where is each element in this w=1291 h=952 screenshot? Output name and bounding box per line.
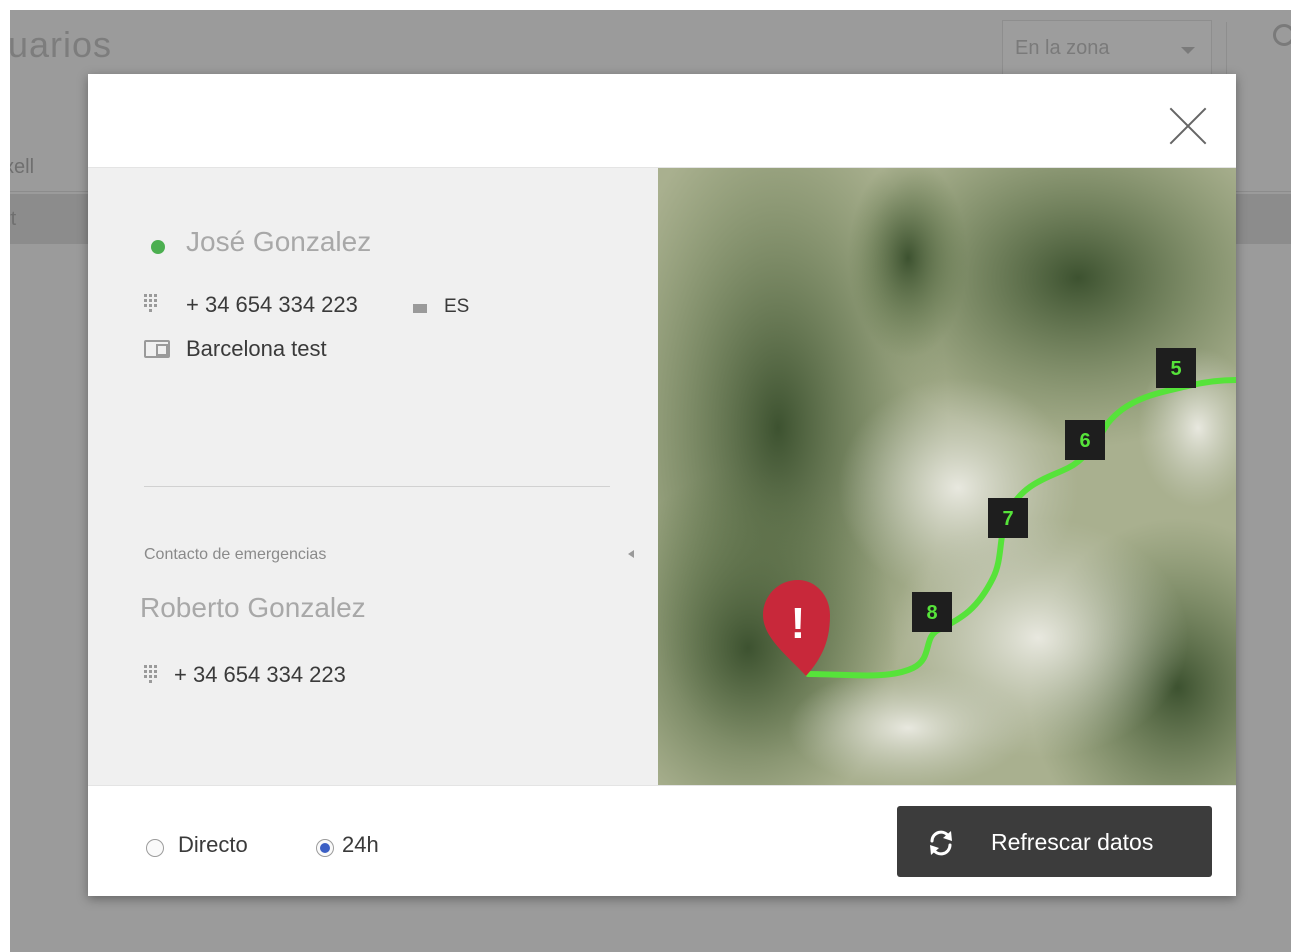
user-country: ES [444, 296, 470, 317]
modal-body: José Gonzalez + 34 654 334 223 ES Barcel… [88, 168, 1236, 785]
emergency-section-label: Contacto de emergencias [144, 546, 327, 563]
waypoint-marker[interactable]: 8 [912, 592, 952, 632]
waypoint-marker[interactable]: 5 [1156, 348, 1196, 388]
radio-label-directo[interactable]: Directo [178, 832, 248, 858]
divider [144, 486, 610, 487]
refresh-button-label: Refrescar datos [991, 829, 1154, 855]
phone-icon [144, 294, 160, 316]
flag-icon [413, 304, 427, 313]
route-map[interactable]: 5 6 7 8 ! [658, 168, 1236, 785]
waypoint-marker[interactable]: 7 [988, 498, 1028, 538]
waypoint-marker[interactable]: 6 [1065, 420, 1105, 460]
radio-directo[interactable] [146, 839, 164, 857]
search-icon[interactable] [1273, 24, 1291, 46]
radio-label-24h[interactable]: 24h [342, 832, 379, 858]
online-status-dot [151, 240, 165, 254]
user-detail-modal: José Gonzalez + 34 654 334 223 ES Barcel… [88, 74, 1236, 896]
user-info-panel: José Gonzalez + 34 654 334 223 ES Barcel… [88, 168, 658, 785]
zone-select-value: En la zona [1015, 37, 1110, 59]
svg-text:5: 5 [1170, 358, 1181, 380]
chevron-down-icon [1181, 47, 1195, 54]
svg-text:6: 6 [1079, 430, 1090, 452]
table-cell: rt [10, 208, 17, 230]
refresh-icon [930, 830, 952, 856]
user-name: José Gonzalez [186, 226, 372, 257]
table-cell: xell [10, 156, 35, 178]
collapse-arrow-icon[interactable] [628, 550, 634, 558]
svg-text:8: 8 [926, 602, 937, 624]
user-location: Barcelona test [186, 336, 327, 361]
svg-text:7: 7 [1002, 508, 1013, 530]
page-title: uarios [10, 24, 113, 65]
phone-icon [144, 566, 160, 588]
terrain-map[interactable]: 5 6 7 8 ! [658, 168, 1236, 785]
refresh-data-button[interactable]: Refrescar datos [897, 806, 1212, 877]
emergency-contact-phone: + 34 654 334 223 [174, 662, 346, 687]
user-phone: + 34 654 334 223 [186, 292, 358, 317]
svg-text:!: ! [791, 599, 806, 648]
zone-select[interactable]: En la zona [1002, 20, 1212, 76]
emergency-contact-name: Roberto Gonzalez [140, 592, 366, 623]
header-divider [1226, 22, 1227, 74]
radio-24h[interactable] [316, 839, 334, 857]
location-card-icon [144, 340, 170, 358]
close-icon[interactable] [1166, 104, 1210, 148]
modal-footer: Directo 24h Refrescar datos [88, 785, 1236, 896]
modal-header [88, 74, 1236, 168]
emergency-phone-icon [144, 665, 160, 687]
